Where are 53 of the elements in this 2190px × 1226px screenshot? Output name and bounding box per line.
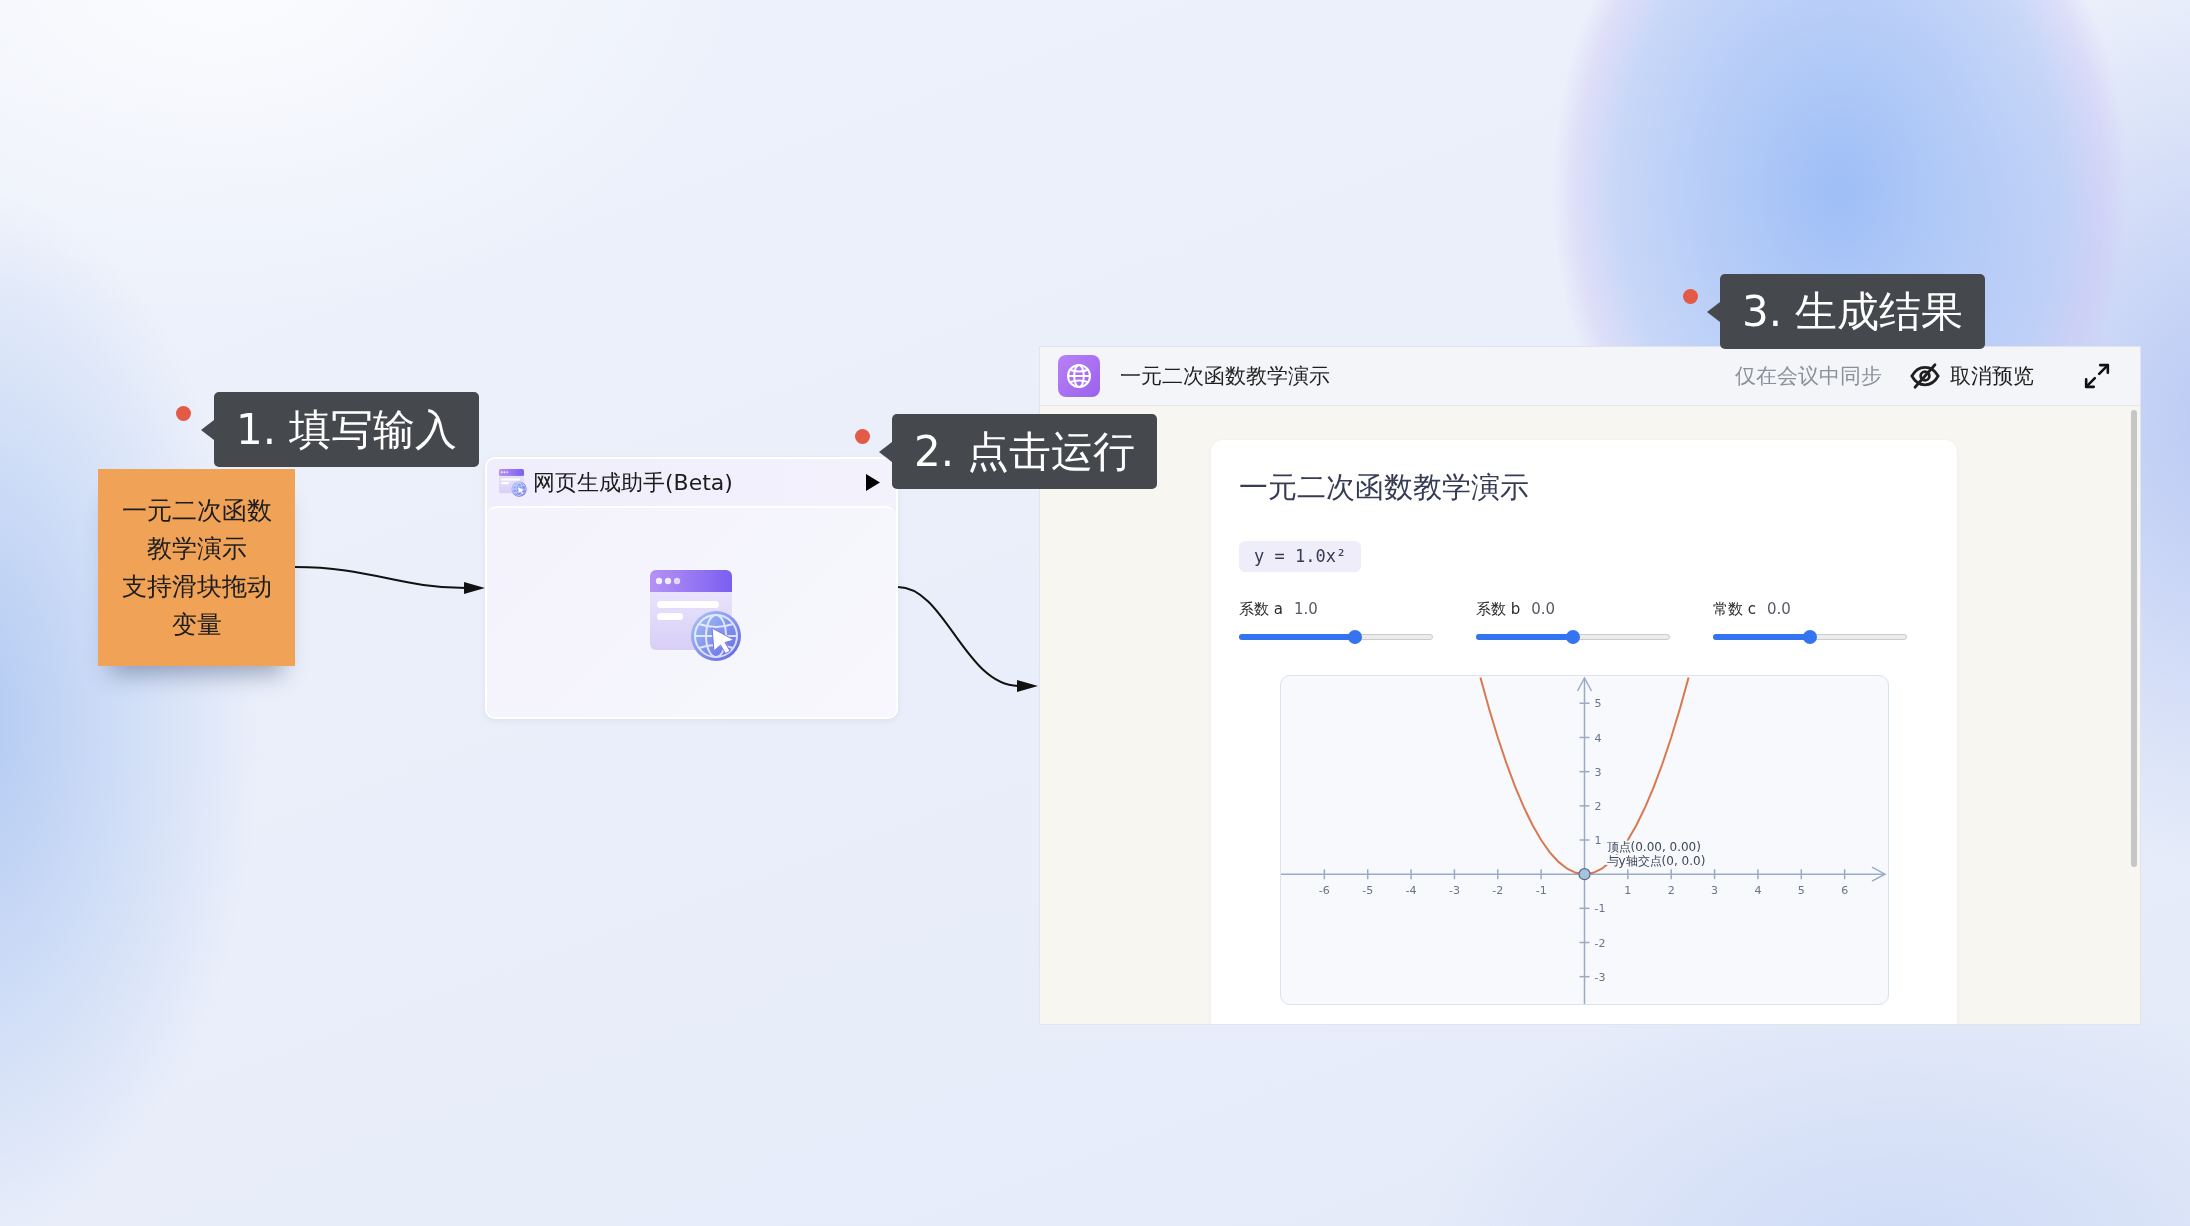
slider-label: 常数 c xyxy=(1713,599,1756,619)
marker-dot-icon xyxy=(855,429,870,444)
axis-tick-label: -6 xyxy=(1318,884,1330,898)
sticky-note: 一元二次函数 教学演示 支持滑块拖动 变量 xyxy=(98,469,295,666)
slider-label: 系数 b xyxy=(1476,599,1521,619)
axis-tick-label: 3 xyxy=(1594,765,1601,779)
axis-tick-label: -1 xyxy=(1535,884,1547,898)
axis-tick-label: -4 xyxy=(1405,884,1417,898)
marker-dot-icon xyxy=(176,406,191,421)
axis-tick-label: 5 xyxy=(1594,697,1601,711)
axis-tick-label: 2 xyxy=(1667,884,1675,898)
slider-label: 系数 a xyxy=(1239,599,1283,619)
page-title: 一元二次函数教学演示 xyxy=(1239,469,1530,506)
marker-dot-icon xyxy=(1683,289,1698,304)
axis-tick-label: 1 xyxy=(1594,834,1601,847)
sync-note: 仅在会议中同步 xyxy=(1735,363,1882,390)
axis-tick-label: -3 xyxy=(1594,970,1605,984)
step-callout: 2. 点击运行 xyxy=(879,414,1158,489)
slider-value: 0.0 xyxy=(1767,599,1791,619)
scrollbar[interactable] xyxy=(2131,410,2137,867)
cancel-preview-button[interactable]: 取消预览 xyxy=(1910,361,2034,391)
slider-track[interactable] xyxy=(1476,630,1670,644)
node-title: 网页生成助手(Beta) xyxy=(533,468,734,497)
slider-track[interactable] xyxy=(1239,630,1433,644)
axis-tick-label: 5 xyxy=(1797,884,1805,898)
slider-thumb[interactable] xyxy=(1348,630,1363,644)
globe-icon xyxy=(1058,355,1100,397)
preview-title: 一元二次函数教学演示 xyxy=(1120,363,1331,390)
axis-tick-label: -2 xyxy=(1594,936,1605,950)
formula-tag: y = 1.0x² xyxy=(1239,541,1362,572)
axis-tick-label: -5 xyxy=(1361,884,1373,898)
axis-tick-label: 6 xyxy=(1840,884,1848,898)
axis-tick-label: 4 xyxy=(1594,731,1601,745)
step-callout: 1. 填写输入 xyxy=(201,392,480,467)
axis-tick-label: -1 xyxy=(1594,902,1605,916)
expand-icon[interactable] xyxy=(2084,363,2110,389)
point-marker-icon xyxy=(1577,868,1591,881)
axis-tick-label: 1 xyxy=(1623,884,1631,898)
slider-value: 0.0 xyxy=(1531,599,1556,619)
axis-tick-label: 3 xyxy=(1710,884,1718,898)
browser-globe-icon xyxy=(649,569,742,662)
axis-tick-label: -3 xyxy=(1448,884,1460,898)
axis-tick-label: -2 xyxy=(1491,884,1503,898)
slider-thumb[interactable] xyxy=(1566,630,1580,644)
slider-track[interactable] xyxy=(1713,630,1907,644)
browser-globe-icon xyxy=(499,468,527,497)
eye-off-icon xyxy=(1910,361,1940,391)
step-callout: 3. 生成结果 xyxy=(1707,274,1986,349)
play-icon[interactable] xyxy=(866,474,880,491)
slider-value: 1.0 xyxy=(1293,599,1318,619)
axis-tick-label: 2 xyxy=(1594,799,1601,813)
slider-thumb[interactable] xyxy=(1803,630,1817,644)
axis-tick-label: 4 xyxy=(1753,884,1761,898)
